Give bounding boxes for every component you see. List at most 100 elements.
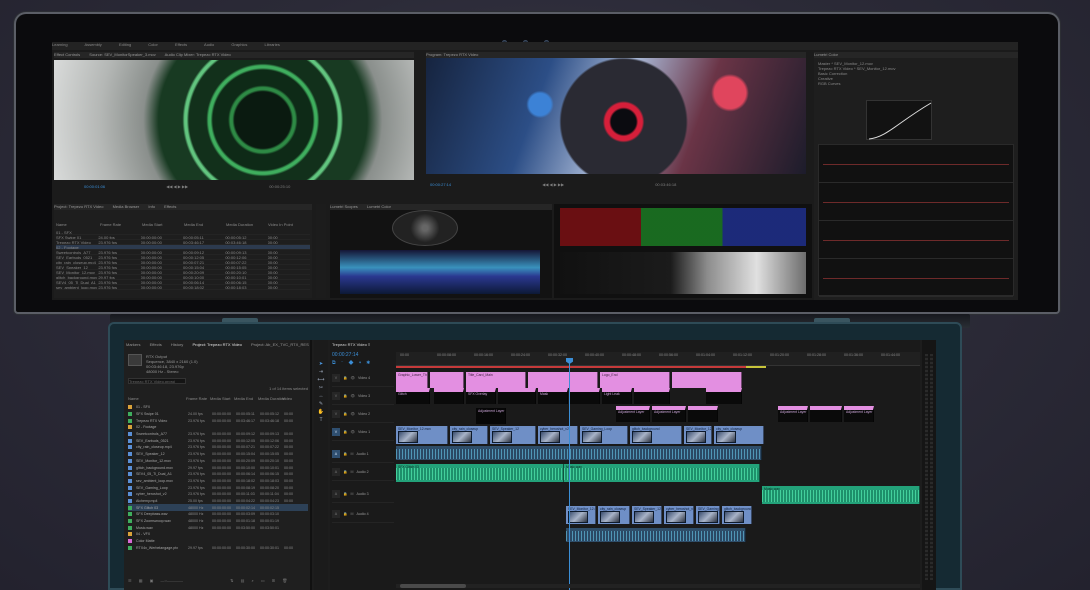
workspace-color[interactable]: Color (148, 42, 158, 47)
project-item-row[interactable]: city_rain_closeup.mp4 23.976 fps 00:00:00:… (128, 444, 308, 451)
audio-track-header[interactable]: A 🔒 M Audio 4 (332, 506, 394, 523)
label-color-swatch[interactable] (128, 519, 132, 524)
tab-effects[interactable]: Effects (150, 342, 162, 347)
project-item-row[interactable]: SEV_Gaming_Loop 23.976 fps 00:00:00:00 00:0… (128, 484, 308, 491)
audio-track-header[interactable]: A 🔒 M Audio 2 (332, 464, 394, 481)
overlay-clip[interactable] (706, 388, 742, 404)
zoom-slider-icon[interactable]: —○———— (161, 578, 183, 583)
tab-markers[interactable]: Markers (126, 342, 140, 347)
label-color-swatch[interactable] (128, 465, 132, 470)
audio-track-header[interactable]: A 🔒 M Audio 3 (332, 486, 394, 503)
workspace-assembly[interactable]: Assembly (84, 42, 101, 47)
audio-clip[interactable] (396, 446, 762, 460)
lock-icon[interactable]: 🔒 (343, 430, 347, 434)
video-clip[interactable]: SEV_Gaming_Loop (580, 426, 628, 444)
col-media-end[interactable]: Media End (234, 396, 258, 402)
video-clip[interactable]: cyber_heroshot_v2 (664, 506, 694, 524)
workspace-editing[interactable]: Editing (119, 42, 131, 47)
workspace-libraries[interactable]: Libraries (265, 42, 280, 47)
track-target-toggle[interactable]: V (332, 410, 340, 418)
track-target-toggle[interactable]: A (332, 510, 340, 518)
label-color-swatch[interactable] (128, 512, 132, 517)
label-color-swatch[interactable] (128, 539, 132, 544)
overlay-clip[interactable]: SFX Overlay (466, 388, 496, 404)
program-play-controls[interactable]: ◀◀ ◀ ▶ ▶▶ (542, 182, 564, 187)
tab-program[interactable]: Program: Trepezo RTX Video (426, 52, 478, 57)
eye-icon[interactable]: 👁 (350, 412, 355, 416)
adjustment-clip[interactable]: Adjustment Layer (616, 406, 650, 422)
overlay-clip[interactable] (634, 388, 670, 404)
video-track-header[interactable]: V 🔒 👁 Video 3 (332, 388, 394, 405)
label-color-swatch[interactable] (128, 472, 132, 477)
sequence-thumbnail[interactable] (128, 354, 142, 366)
project-item-row[interactable]: Alchemy.mp4 25.00 fps 00:00:00:00 00:00:04:… (128, 498, 308, 505)
project-item-row[interactable]: sev_ambient_loop.mov 23.976 fps 00:00:00:0… (128, 478, 308, 485)
project-item-row[interactable]: Sweetcontrols_A77 23.976 fps 00:00:00:00 00… (128, 431, 308, 438)
automate-icon[interactable]: ▤ (241, 578, 245, 583)
tab-lumetri-color-2[interactable]: Lumetri Color (367, 204, 391, 209)
razor-tool-icon[interactable]: ✂ (319, 384, 323, 392)
lock-icon[interactable]: 🔒 (343, 492, 347, 496)
video-track-header[interactable]: V 🔒 👁 Video 2 (332, 406, 394, 423)
lock-icon[interactable]: 🔒 (343, 394, 347, 398)
project-item-row[interactable]: Trepezo RTX Video 23.976 fps 00:00:00:00 00… (128, 417, 308, 424)
video-track-header[interactable]: V 🔒 👁 Video 4 (332, 370, 394, 387)
project-item-row[interactable]: SEV_Speaker_12 23.976 fps 00:00:00:00 00:00… (128, 451, 308, 458)
track-target-toggle[interactable]: A (332, 468, 340, 476)
project-item-row[interactable]: cyber_heroshot_v2 23.976 fps 00:00:00:00 00… (128, 491, 308, 498)
track-select-tool-icon[interactable]: ⇥ (319, 368, 323, 376)
tab-history[interactable]: History (171, 342, 183, 347)
selection-tool-icon[interactable]: ➤ (319, 360, 323, 368)
tab-effect-controls[interactable]: Effect Controls (54, 52, 80, 57)
tab-source[interactable]: Source: SEV_MonitorSpeaker_3.mov (89, 52, 155, 57)
label-color-swatch[interactable] (128, 545, 132, 550)
tab-audio-clip-mixer[interactable]: Audio Clip Mixer: Trepezo RTX Video (165, 52, 231, 57)
timeline-tab[interactable]: Trepezo RTX Video ≡ (332, 342, 370, 347)
video-clip[interactable]: glitch_background (630, 426, 682, 444)
list-view-icon[interactable]: ☰ (128, 578, 132, 583)
mute-icon[interactable]: M (350, 512, 353, 516)
timeline-timecode[interactable]: 00:00:27:14 (332, 352, 358, 358)
overlay-clip[interactable]: Light Leak (602, 388, 632, 404)
search-bins-icon[interactable]: ⌕ (251, 578, 253, 583)
col-name[interactable]: Name (128, 396, 186, 402)
lock-icon[interactable]: 🔒 (343, 512, 347, 516)
lumetri-rgb-curves[interactable]: RGB Curves (818, 81, 1014, 86)
eye-icon[interactable]: 👁 (350, 376, 355, 380)
label-color-swatch[interactable] (128, 485, 132, 490)
source-video-frame[interactable] (54, 60, 414, 180)
project-search-input[interactable]: Trepezo RTX Video.prproj (128, 378, 186, 384)
video-clip[interactable]: SEV_Monitor_12.mov (566, 506, 596, 524)
tab-lumetri-scopes[interactable]: Lumetri Scopes (330, 204, 358, 209)
program-timecode[interactable]: 00:00:27:14 (430, 182, 451, 187)
video-clip[interactable]: SEV_Speaker_12 (632, 506, 662, 524)
slip-tool-icon[interactable]: ↔ (319, 392, 324, 400)
graphic-clip[interactable] (672, 372, 742, 388)
label-color-swatch[interactable] (128, 532, 132, 537)
label-color-swatch[interactable] (128, 478, 132, 483)
col-media-start[interactable]: Media Start (210, 396, 234, 402)
col-frame-rate[interactable]: Frame Rate (186, 396, 210, 402)
overlay-clip[interactable] (570, 388, 600, 404)
audio-clip[interactable]: Music.wav (762, 486, 920, 504)
workspace-effects[interactable]: Effects (175, 42, 187, 47)
project-item-row[interactable]: SEV4_05_Ti_Dual_A1 23.976 fps 00:00:00:00 0… (128, 471, 308, 478)
video-track-header[interactable]: V 🔒 👁 Video 1 (332, 424, 394, 441)
workspace-learning[interactable]: Learning (52, 42, 68, 47)
overlay-clip[interactable]: Glitch (396, 388, 430, 404)
project-item-row[interactable]: SFX Glitch 03 48000 Hz 00:00:00:00 00:00:02… (128, 504, 308, 511)
audio-track-header[interactable]: A 🔒 M Audio 1 (332, 446, 394, 463)
project-item-row[interactable]: Music.wav 48000 Hz 00:00:00:00 00:03:50:00 0… (128, 524, 308, 531)
label-color-swatch[interactable] (128, 445, 132, 450)
freeform-view-icon[interactable]: ▣ (150, 578, 154, 583)
track-target-toggle[interactable]: V (332, 392, 340, 400)
graphic-clip[interactable]: Graphic_Lower_Third (396, 372, 428, 388)
pen-tool-icon[interactable]: ✎ (319, 400, 323, 408)
graphic-clip[interactable] (430, 372, 464, 388)
video-clip[interactable]: city_rain_closeup (714, 426, 764, 444)
adjustment-clip[interactable]: Adjustment Layer (844, 406, 874, 422)
project-item-row[interactable]: glitch_background.mov 29.97 fps 00:00:00:0… (128, 464, 308, 471)
rgb-curve-graph[interactable] (866, 100, 932, 140)
workspace-audio[interactable]: Audio (204, 42, 214, 47)
mute-icon[interactable]: M (350, 452, 353, 456)
